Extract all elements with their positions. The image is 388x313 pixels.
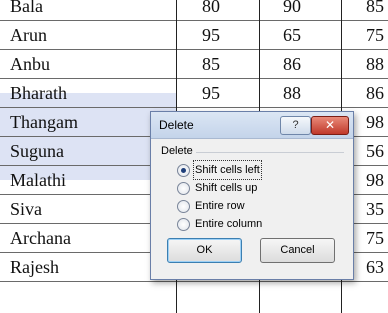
- option-label: Entire row: [195, 200, 245, 212]
- name-cell[interactable]: Siva: [10, 195, 170, 224]
- cancel-button[interactable]: Cancel: [260, 238, 335, 263]
- name-cell[interactable]: Bharath: [10, 79, 170, 108]
- option-label: Shift cells left: [193, 160, 262, 180]
- name-cell[interactable]: Suguna: [10, 137, 170, 166]
- name-cell[interactable]: Bala: [10, 0, 170, 21]
- value-cell[interactable]: 88: [366, 50, 388, 79]
- close-button[interactable]: ✕: [311, 116, 349, 135]
- value-cell[interactable]: 35: [366, 195, 388, 224]
- name-cell[interactable]: Anbu: [10, 50, 170, 79]
- value-cell[interactable]: 56: [366, 137, 388, 166]
- row-divider: [0, 78, 388, 79]
- name-cell[interactable]: Archana: [10, 224, 170, 253]
- row-divider: [0, 20, 388, 21]
- ok-button[interactable]: OK: [167, 238, 242, 263]
- radio-icon[interactable]: [177, 200, 190, 213]
- dialog-titlebar[interactable]: Delete ? ✕: [151, 112, 353, 139]
- table-row: Arun 95 65 75: [0, 21, 388, 50]
- value-cell[interactable]: 88: [283, 79, 323, 108]
- name-cell[interactable]: Malathi: [10, 166, 170, 195]
- dialog-title: Delete: [159, 118, 194, 132]
- table-row: Bala 80 90 85: [0, 0, 388, 21]
- row-divider: [0, 49, 388, 50]
- table-row: Bharath 95 88 86: [0, 79, 388, 108]
- radio-selected-icon[interactable]: [177, 164, 190, 177]
- group-label: Delete: [161, 145, 193, 157]
- value-cell[interactable]: 63: [366, 253, 388, 282]
- value-cell[interactable]: 86: [366, 79, 388, 108]
- table-row: Anbu 85 86 88: [0, 50, 388, 79]
- name-cell[interactable]: Arun: [10, 21, 170, 50]
- group-divider: [196, 152, 344, 153]
- help-button[interactable]: ?: [280, 116, 311, 135]
- value-cell[interactable]: 98: [366, 166, 388, 195]
- value-cell[interactable]: 80: [202, 0, 242, 21]
- delete-dialog: Delete ? ✕ Delete Shift cells left Shift…: [150, 111, 354, 280]
- radio-icon[interactable]: [177, 218, 190, 231]
- value-cell[interactable]: 86: [283, 50, 323, 79]
- value-cell[interactable]: 65: [283, 21, 323, 50]
- option-label: Entire column: [195, 218, 263, 230]
- name-cell[interactable]: Thangam: [10, 108, 170, 137]
- value-cell[interactable]: 95: [202, 79, 242, 108]
- value-cell[interactable]: 90: [283, 0, 323, 21]
- value-cell[interactable]: 85: [366, 0, 388, 21]
- name-cell[interactable]: Rajesh: [10, 253, 170, 282]
- value-cell[interactable]: 75: [366, 21, 388, 50]
- value-cell[interactable]: 85: [202, 50, 242, 79]
- option-label: Shift cells up: [195, 182, 258, 194]
- value-cell[interactable]: 95: [202, 21, 242, 50]
- row-divider: [0, 281, 388, 282]
- value-cell[interactable]: 98: [366, 108, 388, 137]
- radio-icon[interactable]: [177, 182, 190, 195]
- value-cell[interactable]: 75: [366, 224, 388, 253]
- row-divider: [0, 107, 388, 108]
